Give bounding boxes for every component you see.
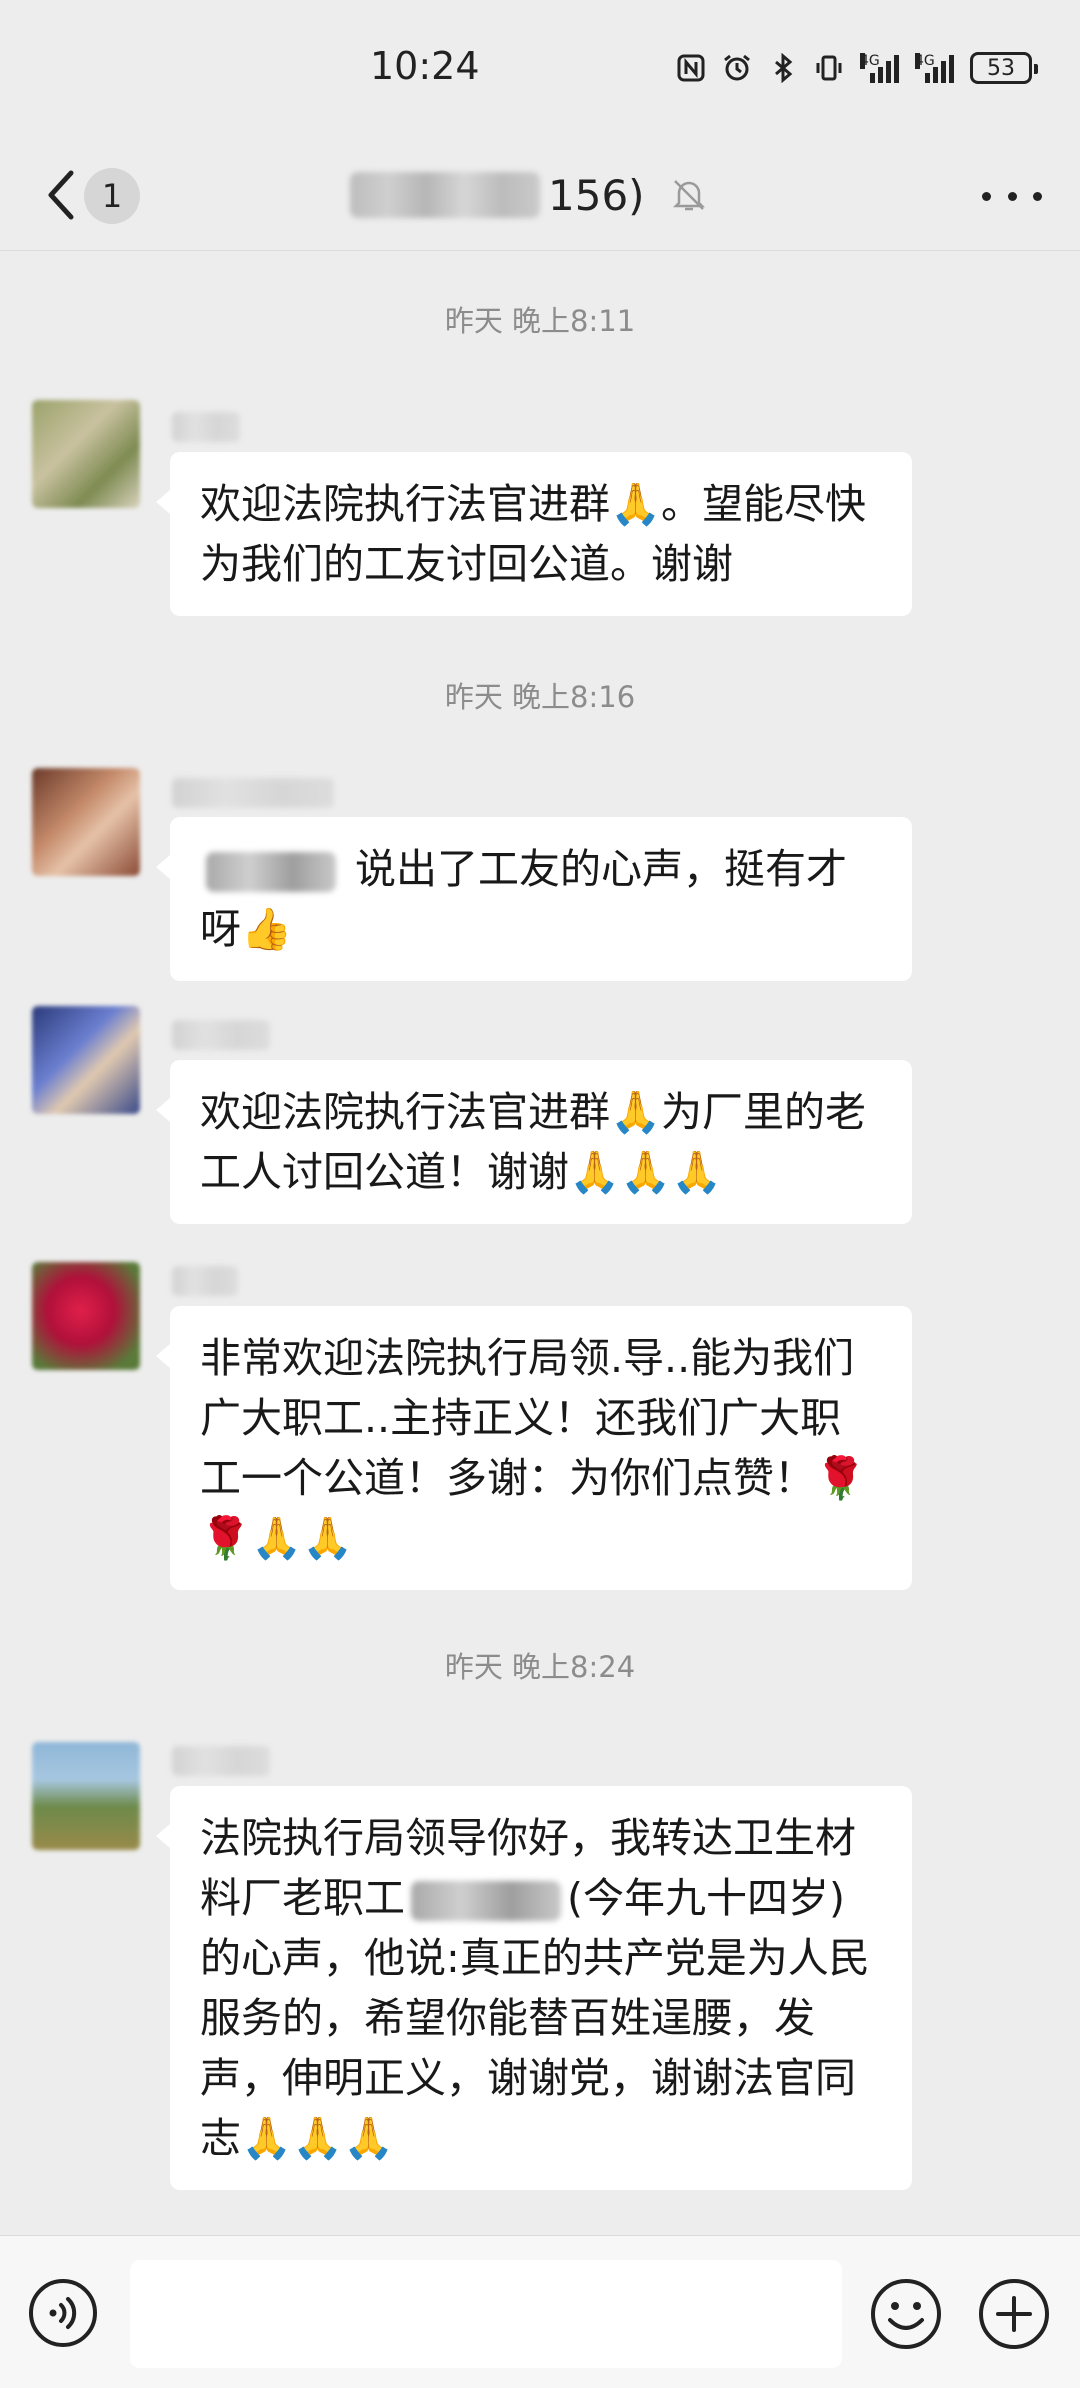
battery-icon: 53: [970, 52, 1038, 84]
mention-redacted: [206, 852, 336, 892]
message-text: 欢迎法院执行法官进群🙏为厂里的老工人讨回公道！谢谢🙏🙏🙏: [200, 1088, 867, 1196]
emoji-icon[interactable]: [870, 2278, 942, 2350]
name-redacted: [411, 1881, 561, 1921]
alarm-icon: [724, 54, 750, 81]
avatar[interactable]: [32, 1262, 140, 1370]
message-bubble[interactable]: 法院执行局领导你好，我转达卫生材料厂老职工 (今年九十四岁)的心声，他说:真正的共…: [156, 1786, 912, 2190]
message-text: 非常欢迎法院执行局领.导..能为我们广大职工..主持正义！还我们广大职工一个公道…: [200, 1334, 867, 1562]
timestamp: 昨天 晚上8:24: [444, 1650, 636, 1684]
bluetooth-icon: [775, 53, 793, 83]
title-member-count: 156): [548, 170, 645, 220]
more-icon: [1033, 191, 1042, 201]
sender-name-redacted: [172, 1020, 270, 1050]
message-bubble[interactable]: 说出了工友的心声，挺有才呀👍: [156, 817, 912, 981]
avatar[interactable]: [32, 1006, 140, 1114]
signal-2-label: 4G: [915, 53, 935, 69]
vibrate-icon: [816, 55, 842, 81]
timestamp: 昨天 晚上8:11: [444, 304, 636, 338]
message-bubble[interactable]: 欢迎法院执行法官进群🙏。望能尽快为我们的工友讨回公道。谢谢: [156, 452, 912, 616]
signal-1-label: 4G: [860, 53, 880, 69]
message-text: 欢迎法院执行法官进群🙏。望能尽快为我们的工友讨回公道。谢谢: [200, 480, 867, 588]
more-icon: [1007, 191, 1017, 201]
back-button[interactable]: [36, 160, 86, 230]
sender-name-redacted: [172, 412, 240, 442]
mute-bell-icon: [672, 180, 705, 211]
status-time: 10:24: [370, 44, 480, 88]
nfc-icon: [677, 54, 705, 82]
avatar[interactable]: [32, 1742, 140, 1850]
status-bar: 10:24 4G 4G 53: [0, 0, 1080, 140]
status-icons: 4G 4G 53: [676, 48, 1038, 88]
timestamp: 昨天 晚上8:16: [444, 680, 636, 714]
avatar[interactable]: [32, 768, 140, 876]
unread-badge[interactable]: 1: [84, 168, 140, 224]
message-bubble[interactable]: 欢迎法院执行法官进群🙏为厂里的老工人讨回公道！谢谢🙏🙏🙏: [156, 1060, 912, 1224]
sender-name-redacted: [172, 1746, 270, 1776]
plus-icon[interactable]: [978, 2278, 1050, 2350]
sender-name-redacted: [172, 778, 334, 808]
more-icon: [982, 191, 991, 201]
chat-header: 1 156): [0, 140, 1080, 251]
avatar[interactable]: [32, 400, 140, 508]
message-input[interactable]: [130, 2260, 842, 2368]
signal-1-icon: 4G: [860, 53, 899, 83]
voice-icon[interactable]: [28, 2278, 98, 2348]
title-redacted: [350, 172, 540, 218]
message-bubble[interactable]: 非常欢迎法院执行局领.导..能为我们广大职工..主持正义！还我们广大职工一个公道…: [156, 1306, 912, 1590]
back-icon: [48, 170, 74, 220]
more-button[interactable]: [982, 176, 1042, 216]
chat-title[interactable]: 156): [350, 160, 709, 230]
signal-2-icon: 4G: [915, 53, 954, 83]
sender-name-redacted: [172, 1266, 238, 1296]
input-bar: [0, 2235, 1080, 2388]
